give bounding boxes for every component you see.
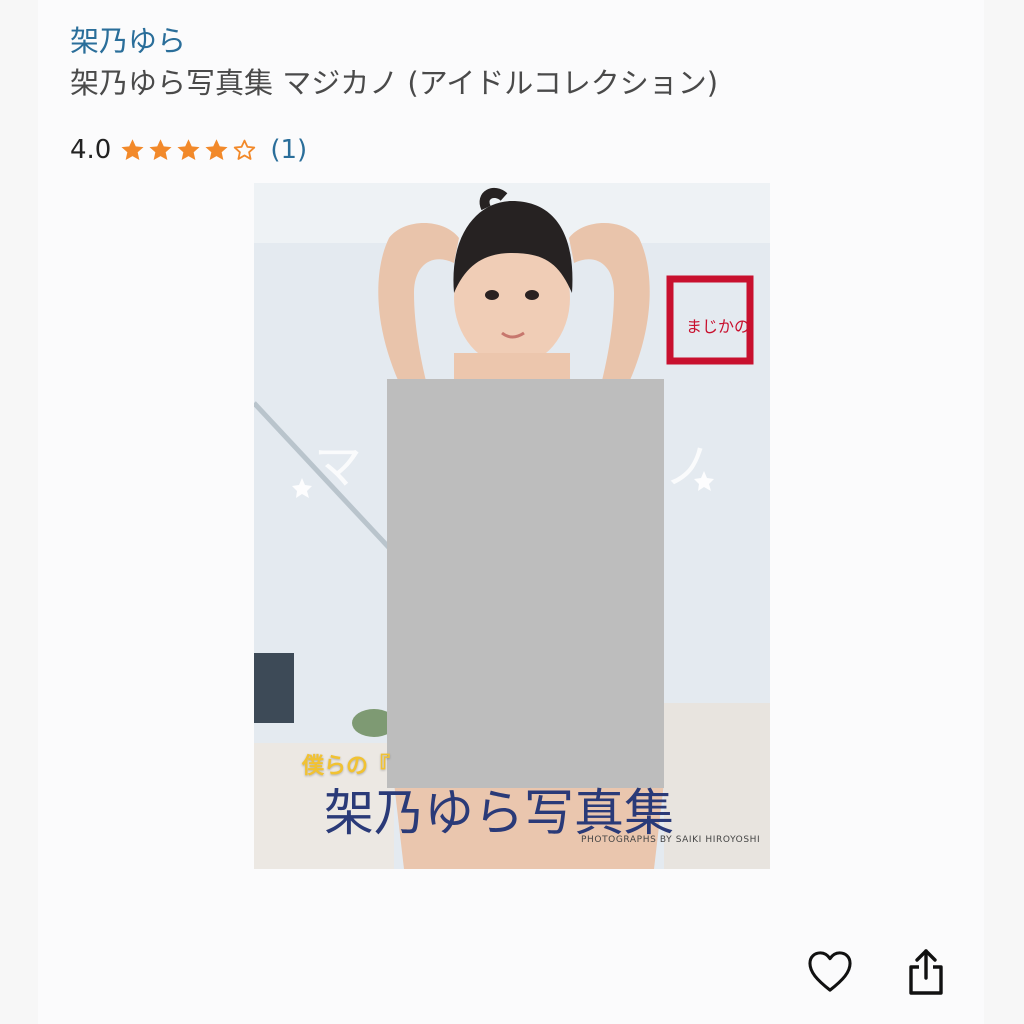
product-title: 架乃ゆら写真集 マジカノ (アイドルコレクション) <box>70 66 719 100</box>
rating-value: 4.0 <box>70 135 112 165</box>
author-link[interactable]: 架乃ゆら <box>70 18 186 60</box>
star-icon <box>149 138 172 160</box>
share-button[interactable] <box>902 948 950 996</box>
cover-brand-text: まじかの <box>686 317 751 336</box>
star-icon <box>205 138 228 160</box>
heart-icon <box>808 951 852 992</box>
cover-credit: PHOTOGRAPHS BY SAIKI HIROYOSHI <box>581 835 761 845</box>
rating-stars[interactable] <box>119 137 258 164</box>
star-icon <box>177 138 200 160</box>
svg-text:マ: マ <box>314 439 362 495</box>
rating-count-link[interactable]: (1) <box>270 135 307 165</box>
share-icon <box>909 949 943 995</box>
favorite-button[interactable] <box>806 948 854 996</box>
star-icon <box>121 138 144 160</box>
svg-text:ノ: ノ <box>664 439 712 495</box>
product-cover-image[interactable]: マ ノ まじかの 僕らの『 架乃ゆら写真集 PHOTOGRAPHS BY SAI… <box>254 183 770 869</box>
rating-row: 4.0 (1) <box>70 132 307 168</box>
star-outline-icon <box>234 139 256 160</box>
censor-block <box>387 379 664 788</box>
